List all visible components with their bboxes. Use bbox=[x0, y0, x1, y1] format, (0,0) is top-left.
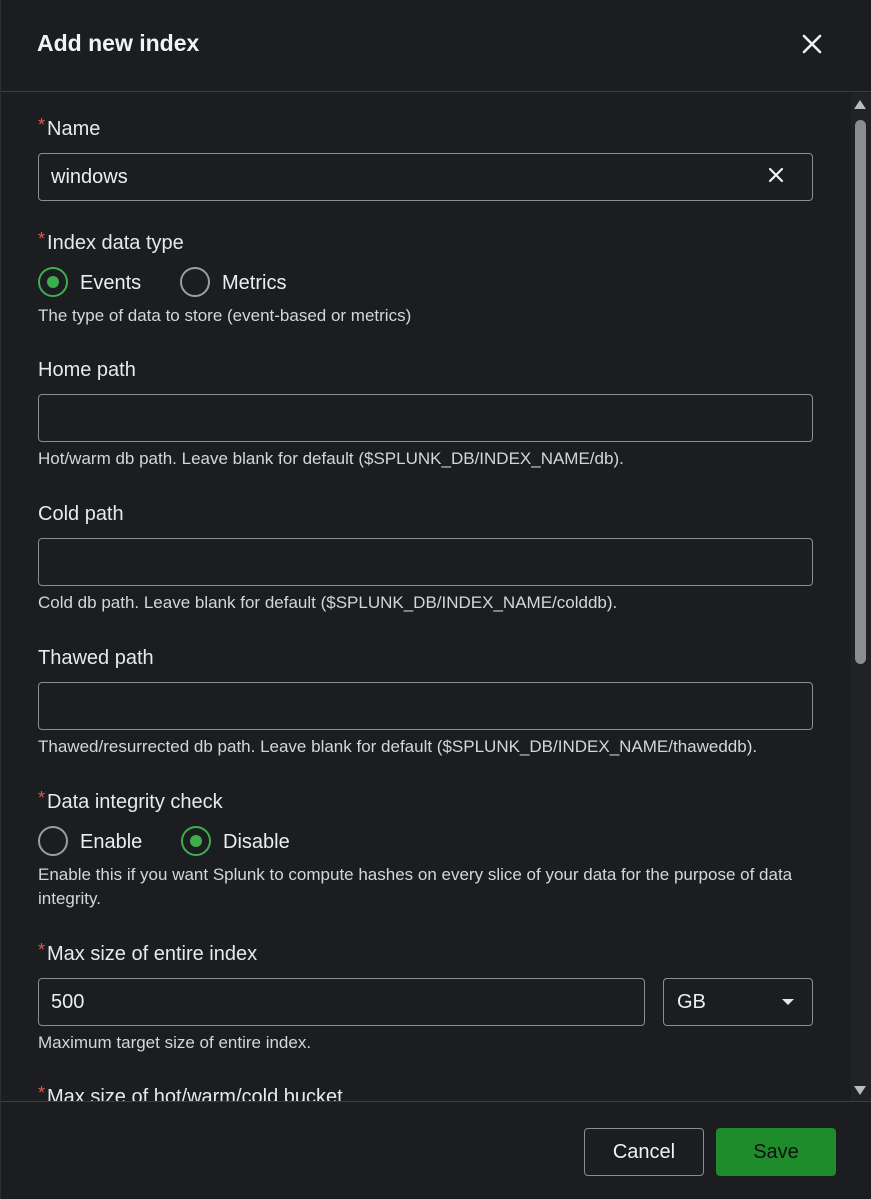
save-button[interactable]: Save bbox=[716, 1128, 836, 1176]
thawed-path-help: Thawed/resurrected db path. Leave blank … bbox=[38, 737, 758, 756]
cold-path-field[interactable] bbox=[38, 538, 813, 586]
thawed-path-field[interactable] bbox=[38, 682, 813, 730]
max-size-help: Maximum target size of entire index. bbox=[38, 1033, 312, 1052]
index-data-type-label: * Index data type bbox=[38, 229, 184, 254]
max-size-input[interactable] bbox=[39, 979, 644, 1025]
home-path-field[interactable] bbox=[38, 394, 813, 442]
required-marker: * bbox=[38, 1083, 46, 1101]
events-radio-label[interactable]: Events bbox=[80, 272, 141, 295]
thawed-path-label: Thawed path bbox=[38, 647, 154, 669]
name-label: * Name bbox=[38, 115, 101, 140]
close-icon[interactable] bbox=[797, 29, 827, 59]
max-size-field[interactable] bbox=[38, 978, 645, 1026]
disable-radio-label[interactable]: Disable bbox=[223, 831, 290, 854]
scroll-down-icon[interactable] bbox=[853, 1085, 867, 1097]
max-size-unit-select[interactable]: GB bbox=[663, 978, 813, 1026]
cold-path-input[interactable] bbox=[39, 539, 812, 585]
dialog-title: Add new index bbox=[37, 30, 200, 56]
data-integrity-help: Enable this if you want Splunk to comput… bbox=[38, 865, 793, 908]
metrics-radio-label[interactable]: Metrics bbox=[222, 272, 286, 295]
add-index-dialog: Add new index *Name *Index data type Eve… bbox=[0, 0, 871, 1199]
required-marker: * bbox=[38, 940, 46, 960]
scrollbar-thumb[interactable] bbox=[855, 120, 866, 664]
clear-icon[interactable] bbox=[766, 165, 786, 185]
required-marker: * bbox=[38, 788, 46, 808]
name-field[interactable] bbox=[38, 153, 813, 201]
dialog-header: Add new index bbox=[1, 0, 871, 92]
data-integrity-label: * Data integrity check bbox=[38, 788, 223, 813]
enable-radio-label[interactable]: Enable bbox=[80, 831, 142, 854]
home-path-input[interactable] bbox=[39, 395, 812, 441]
thawed-path-input[interactable] bbox=[39, 683, 812, 729]
dialog-body: *Name *Index data type Events Metrics Th… bbox=[1, 93, 851, 1101]
chevron-down-icon bbox=[782, 999, 794, 1005]
dialog-footer: Cancel Save bbox=[1, 1101, 871, 1199]
scroll-up-icon[interactable] bbox=[853, 98, 867, 110]
index-data-type-help: The type of data to store (event-based o… bbox=[38, 306, 412, 325]
cancel-button[interactable]: Cancel bbox=[584, 1128, 704, 1176]
home-path-label: Home path bbox=[38, 359, 136, 381]
max-bucket-size-label: * Max size of hot/warm/cold bucket bbox=[38, 1083, 343, 1101]
home-path-help: Hot/warm db path. Leave blank for defaul… bbox=[38, 449, 624, 468]
max-size-unit-value: GB bbox=[677, 991, 706, 1013]
metrics-radio[interactable] bbox=[180, 267, 210, 297]
required-marker: * bbox=[38, 115, 46, 135]
enable-radio[interactable] bbox=[38, 826, 68, 856]
name-input[interactable] bbox=[39, 154, 812, 200]
max-size-label: * Max size of entire index bbox=[38, 940, 258, 965]
cold-path-label: Cold path bbox=[38, 503, 124, 525]
events-radio[interactable] bbox=[38, 267, 68, 297]
disable-radio[interactable] bbox=[181, 826, 211, 856]
cold-path-help: Cold db path. Leave blank for default ($… bbox=[38, 593, 618, 612]
required-marker: * bbox=[38, 229, 46, 249]
